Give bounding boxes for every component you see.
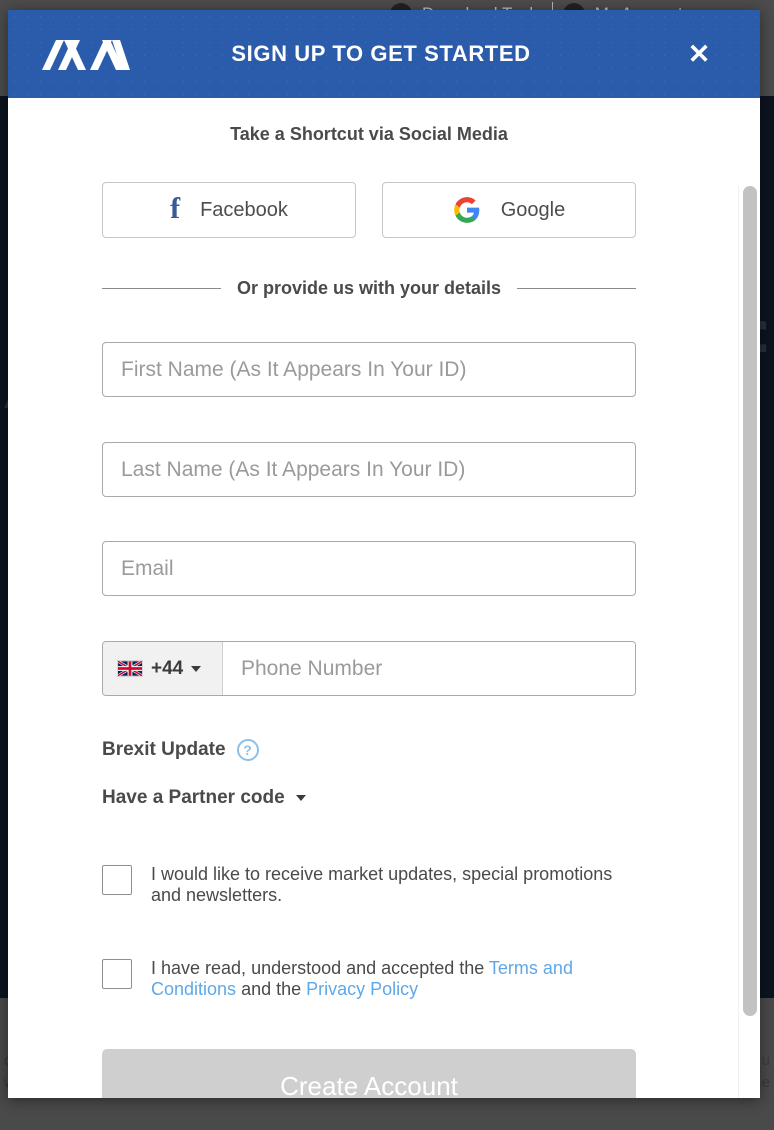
marketing-consent-row: I would like to receive market updates, … (8, 862, 730, 906)
modal-scrollbar-thumb[interactable] (743, 186, 757, 1016)
country-code-label: +44 (151, 657, 184, 679)
divider-label: Or provide us with your details (236, 278, 502, 298)
last-name-input[interactable] (102, 442, 636, 497)
terms-consent-row: I have read, understood and accepted the… (8, 956, 730, 1000)
google-signup-button[interactable]: Google (382, 182, 636, 238)
phone-field-wrap: +44 (8, 641, 730, 696)
terms-consent-label: I have read, understood and accepted the… (151, 956, 636, 1000)
phone-input-group: +44 (102, 641, 636, 696)
modal-header: SIGN UP TO GET STARTED ✕ (8, 10, 760, 98)
modal-body: Take a Shortcut via Social Media f Faceb… (8, 98, 760, 1098)
uk-flag-icon (117, 660, 143, 677)
terms-text-part-2: and the (236, 979, 307, 999)
modal-content: Take a Shortcut via Social Media f Faceb… (8, 124, 730, 1098)
brexit-update-row: Brexit Update ? (8, 739, 730, 761)
terms-text-part-1: I have read, understood and accepted the (151, 958, 489, 978)
privacy-policy-link[interactable]: Privacy Policy (306, 979, 418, 999)
chevron-down-icon (191, 665, 202, 672)
partner-code-label: Have a Partner code (102, 787, 285, 808)
partner-code-toggle[interactable]: Have a Partner code (8, 787, 730, 809)
signup-modal: SIGN UP TO GET STARTED ✕ Take a Shortcut… (8, 10, 760, 1098)
social-heading: Take a Shortcut via Social Media (230, 124, 508, 144)
brexit-update-label: Brexit Update (102, 739, 226, 760)
help-icon[interactable]: ? (236, 739, 259, 761)
last-name-field-wrap (8, 442, 730, 497)
close-icon[interactable]: ✕ (682, 37, 716, 71)
modal-scrollbar-track[interactable] (738, 186, 760, 1098)
facebook-icon: f (170, 192, 181, 225)
marketing-consent-checkbox[interactable] (102, 865, 132, 895)
country-code-selector[interactable]: +44 (103, 642, 223, 695)
first-name-field-wrap (8, 342, 730, 397)
social-buttons-group: f Facebook Google (8, 182, 730, 238)
submit-wrap: Create Account (8, 1049, 730, 1098)
chevron-down-icon (295, 795, 306, 801)
terms-consent-checkbox[interactable] (102, 959, 132, 989)
email-input[interactable] (102, 541, 636, 596)
first-name-input[interactable] (102, 342, 636, 397)
marketing-consent-label: I would like to receive market updates, … (151, 864, 613, 905)
facebook-button-label: Facebook (200, 198, 288, 221)
backdrop-bottom-right: u e (761, 1052, 770, 1091)
divider-line-right (517, 288, 636, 289)
create-account-button[interactable]: Create Account (102, 1049, 636, 1098)
google-button-label: Google (500, 198, 566, 221)
facebook-signup-button[interactable]: f Facebook (102, 182, 356, 238)
divider-line-left (102, 288, 221, 289)
email-field-wrap (8, 541, 730, 596)
phone-number-input[interactable] (223, 642, 635, 695)
form-divider: Or provide us with your details (8, 278, 730, 299)
google-icon (453, 197, 480, 223)
page-title: SIGN UP TO GET STARTED (231, 41, 531, 66)
